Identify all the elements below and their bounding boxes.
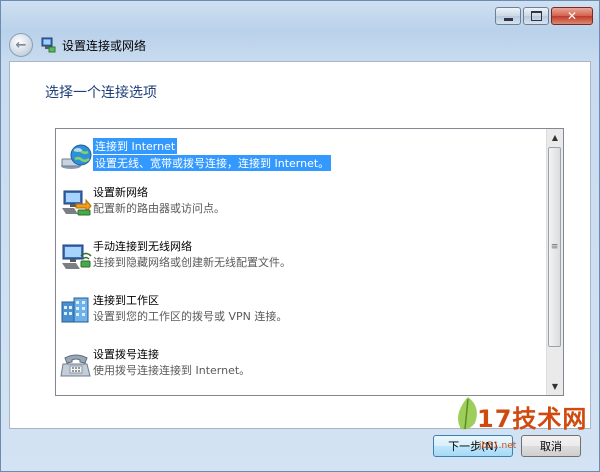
list-item[interactable]: 手动连接到无线网络 连接到隐藏网络或创建新无线配置文件。 <box>56 237 544 277</box>
close-button[interactable]: ✕ <box>551 7 593 25</box>
grip-icon: ≡ <box>550 241 559 252</box>
option-title: 连接到 Internet <box>93 138 178 154</box>
option-description: 设置到您的工作区的拨号或 VPN 连接。 <box>93 310 288 323</box>
option-title: 连接到工作区 <box>93 294 159 307</box>
cancel-button[interactable]: 取消 <box>521 435 581 457</box>
scroll-down-button[interactable]: ▼ <box>547 378 563 395</box>
caption-buttons: ✕ <box>495 7 593 25</box>
minimize-icon <box>503 17 513 21</box>
option-title: 手动连接到无线网络 <box>93 240 192 253</box>
page-heading: 选择一个连接选项 <box>45 85 157 101</box>
router-setup-icon <box>62 190 92 216</box>
workplace-building-icon <box>61 297 89 323</box>
option-description: 连接到隐藏网络或创建新无线配置文件。 <box>93 256 291 269</box>
list-item[interactable]: 连接到 Internet 设置无线、宽带或拨号连接，连接到 Internet。 <box>56 137 544 177</box>
globe-network-icon <box>61 144 92 169</box>
scroll-up-button[interactable]: ▲ <box>547 129 563 146</box>
back-arrow-icon: ← <box>15 37 27 53</box>
vertical-scrollbar[interactable]: ▲ ≡ ▼ <box>546 129 563 395</box>
maximize-icon <box>530 11 542 21</box>
network-setup-icon <box>41 37 56 53</box>
scroll-thumb[interactable]: ≡ <box>548 147 561 347</box>
wireless-network-icon <box>62 244 92 269</box>
arrow-up-icon: ▲ <box>551 133 559 142</box>
close-icon: ✕ <box>566 9 578 23</box>
dialog-footer: 下一步(N) 取消 <box>9 429 591 469</box>
option-description: 使用拨号连接连接到 Internet。 <box>93 364 251 377</box>
minimize-button[interactable] <box>495 7 521 25</box>
navigation-bar: ← 设置连接或网络 <box>9 31 146 59</box>
dialog-window: ✕ ← 设置连接或网络 选择一个连接选项 连接到 Internet 设置无线、宽… <box>0 0 600 472</box>
list-item[interactable]: 连接到工作区 设置到您的工作区的拨号或 VPN 连接。 <box>56 291 544 331</box>
option-title: 设置新网络 <box>93 186 148 199</box>
list-item[interactable]: 设置拨号连接 使用拨号连接连接到 Internet。 <box>56 345 544 385</box>
back-button[interactable]: ← <box>9 33 33 57</box>
option-description: 配置新的路由器或访问点。 <box>93 202 225 215</box>
telephone-modem-icon <box>60 354 91 377</box>
connection-options-list[interactable]: 连接到 Internet 设置无线、宽带或拨号连接，连接到 Internet。 … <box>55 128 564 396</box>
window-title: 设置连接或网络 <box>62 38 147 53</box>
option-title: 设置拨号连接 <box>93 348 159 361</box>
maximize-button[interactable] <box>523 7 549 25</box>
option-description: 设置无线、宽带或拨号连接，连接到 Internet。 <box>93 155 332 171</box>
arrow-down-icon: ▼ <box>551 382 559 391</box>
content-panel: 选择一个连接选项 连接到 Internet 设置无线、宽带或拨号连接，连接到 I… <box>9 61 591 429</box>
next-button[interactable]: 下一步(N) <box>433 435 513 457</box>
list-item[interactable]: 设置新网络 配置新的路由器或访问点。 <box>56 183 544 223</box>
